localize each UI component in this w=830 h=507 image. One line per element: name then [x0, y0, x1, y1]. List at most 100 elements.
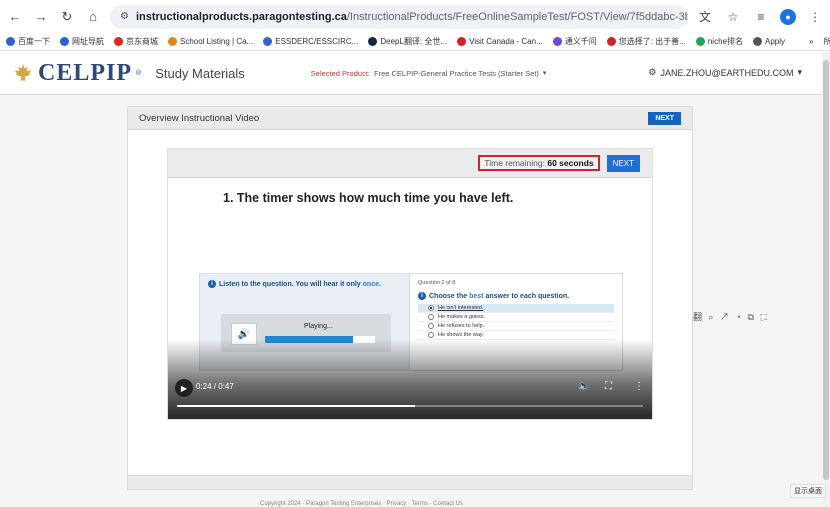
maple-leaf-icon: [14, 63, 32, 83]
selected-product-label: Selected Product:: [310, 68, 370, 78]
listen-text: Listen to the question. You will hear it…: [219, 280, 361, 288]
bookmarks-more[interactable]: »: [809, 37, 813, 46]
star-icon[interactable]: ☆: [724, 8, 742, 26]
question-counter: Question 2 of 8: [418, 280, 456, 286]
choose-best: best: [469, 292, 484, 300]
show-desktop-button[interactable]: 显示桌面: [790, 484, 826, 498]
chevron-down-icon: ▾: [542, 70, 547, 77]
answer-option-label: He shows the way.: [438, 332, 484, 338]
home-icon[interactable]: ⌂: [84, 8, 102, 26]
bookmark-item[interactable]: ESSDERC/ESSCIRC...: [263, 37, 358, 46]
listen-end: .: [379, 280, 381, 288]
bookmark-favicon-icon: [368, 37, 378, 46]
bookmark-favicon-icon: [457, 37, 467, 46]
url-path: /InstructionalProducts/FreeOnlineSampleT…: [346, 10, 688, 23]
bookmark-label: ESSDERC/ESSCIRC...: [275, 37, 359, 46]
bookmark-favicon-icon: [552, 37, 562, 46]
bookmark-item[interactable]: niche排名: [695, 36, 743, 47]
side-toolbar[interactable]: 翻 ⌕ ↗ ◔ ⧉ ⛶: [693, 310, 769, 323]
play-icon[interactable]: ▶: [175, 379, 193, 397]
selected-product-value: Free CELPIP-General Practice Tests (Star…: [373, 68, 539, 78]
video-test-header: Time remaining: 60 seconds NEXT: [168, 149, 652, 178]
bookmark-label: 通义千问: [564, 37, 597, 46]
user-menu[interactable]: ⚙ JANE.ZHOU@EARTHEDU.COM ▾: [648, 67, 802, 78]
time-remaining: Time remaining: 60 seconds: [478, 155, 600, 171]
video-caption: 1. The timer shows how much time you hav…: [223, 191, 514, 205]
choose-instruction: i Choose the best answer to each questio…: [418, 292, 614, 300]
answer-option-label: He isn't interested.: [438, 305, 484, 311]
bookmark-favicon-icon: [60, 37, 69, 46]
selected-product-dropdown[interactable]: Selected Product: Free CELPIP-General Pr…: [311, 69, 547, 78]
menu-icon[interactable]: ⋮: [806, 8, 824, 26]
bookmark-label: 京东商城: [126, 37, 158, 46]
bookmark-favicon-icon: [114, 37, 123, 46]
profile-avatar[interactable]: ●: [780, 8, 796, 25]
all-bookmarks[interactable]: 所有书签: [823, 36, 830, 47]
page-footer: Copyright 2024 · Paragon Testing Enterpr…: [260, 501, 463, 507]
bookmark-label: Apply: [764, 37, 785, 46]
bookmark-favicon-icon: [606, 37, 616, 46]
scrollbar-thumb[interactable]: [823, 60, 829, 480]
playing-label: Playing...: [304, 323, 333, 330]
address-bar[interactable]: ⚙ instructionalproducts.paragontesting.c…: [110, 4, 688, 29]
answer-options: He isn't interested. He makes a guess. He …: [418, 304, 614, 340]
listen-instruction: i Listen to the question. You will hear …: [208, 280, 401, 288]
timer-label: Time remaining:: [484, 158, 545, 168]
answer-option: He makes a guess.: [418, 313, 614, 322]
bookmark-label: 网址导航: [72, 37, 104, 46]
media-icon[interactable]: ≡: [752, 8, 770, 26]
gear-icon: ⚙: [648, 67, 657, 77]
chevron-down-icon: ▾: [797, 67, 802, 77]
reload-icon[interactable]: ↻: [58, 8, 76, 26]
next-button[interactable]: NEXT: [648, 111, 681, 125]
info-icon: i: [418, 292, 426, 300]
browser-toolbar: ← → ↻ ⌂ ⚙ instructionalproducts.paragont…: [0, 0, 830, 33]
study-materials-title: Study Materials: [155, 65, 245, 81]
choose-pre: Choose the: [429, 292, 468, 300]
panel-title: Overview Instructional Video: [139, 112, 260, 124]
bookmark-item[interactable]: School Listing | Ca...: [168, 37, 253, 46]
bookmark-favicon-icon: [168, 37, 177, 46]
radio-icon: [428, 323, 434, 329]
site-header: CELPIP ® Study Materials Selected Product…: [0, 52, 822, 95]
translate-icon[interactable]: 文: [696, 8, 714, 26]
video-time: 0:24 / 0:47: [196, 382, 234, 391]
video-seek-played: [177, 405, 415, 407]
page-scrollbar[interactable]: [822, 52, 830, 507]
info-icon: i: [208, 280, 216, 288]
user-email: JANE.ZHOU@EARTHEDU.COM: [660, 67, 794, 78]
bookmark-favicon-icon: [6, 37, 15, 46]
instructional-video[interactable]: Time remaining: 60 seconds NEXT 1. The t…: [167, 148, 653, 420]
forward-icon[interactable]: →: [32, 8, 50, 26]
bookmark-item[interactable]: DeepL翻译: 全世...: [368, 36, 447, 47]
bookmark-item[interactable]: 通义千问: [552, 36, 597, 47]
bookmark-item[interactable]: 京东商城: [114, 36, 158, 47]
video-controls: ▶ 0:24 / 0:47 🔈 ⛶ ⋮: [168, 377, 652, 419]
bookmark-item[interactable]: Visit Canada - Can...: [457, 37, 543, 46]
bookmark-item[interactable]: Apply: [752, 37, 785, 46]
bookmark-item[interactable]: 您选择了: 出于善...: [606, 36, 686, 47]
bookmark-item[interactable]: 百度一下: [6, 36, 50, 47]
volume-icon[interactable]: 🔈: [578, 381, 590, 392]
listen-once: once: [362, 280, 379, 288]
more-options-icon[interactable]: ⋮: [634, 381, 644, 392]
celpip-logo[interactable]: CELPIP ®: [12, 60, 141, 87]
video-next-button: NEXT: [606, 154, 640, 172]
site-settings-icon[interactable]: ⚙: [120, 11, 129, 22]
back-icon[interactable]: ←: [6, 8, 24, 26]
choose-post: answer to each question.: [485, 292, 570, 300]
bookmark-favicon-icon: [752, 37, 762, 46]
video-seek-bar[interactable]: [177, 405, 643, 407]
bookmark-label: School Listing | Ca...: [180, 37, 254, 46]
bookmark-label: Visit Canada - Can...: [469, 37, 543, 46]
bookmark-item[interactable]: 网址导航: [60, 36, 104, 47]
bookmark-label: 百度一下: [18, 37, 50, 46]
radio-icon: [428, 332, 434, 338]
logo-text: CELPIP: [38, 59, 133, 86]
bookmark-label: DeepL翻译: 全世...: [380, 37, 448, 46]
panel-footer: [128, 475, 692, 489]
bookmark-favicon-icon: [263, 37, 273, 46]
bookmarks-bar: 百度一下 网址导航 京东商城 School Listing | Ca... ESSDER…: [0, 33, 830, 51]
bookmark-favicon-icon: [695, 37, 705, 46]
fullscreen-icon[interactable]: ⛶: [605, 381, 612, 392]
